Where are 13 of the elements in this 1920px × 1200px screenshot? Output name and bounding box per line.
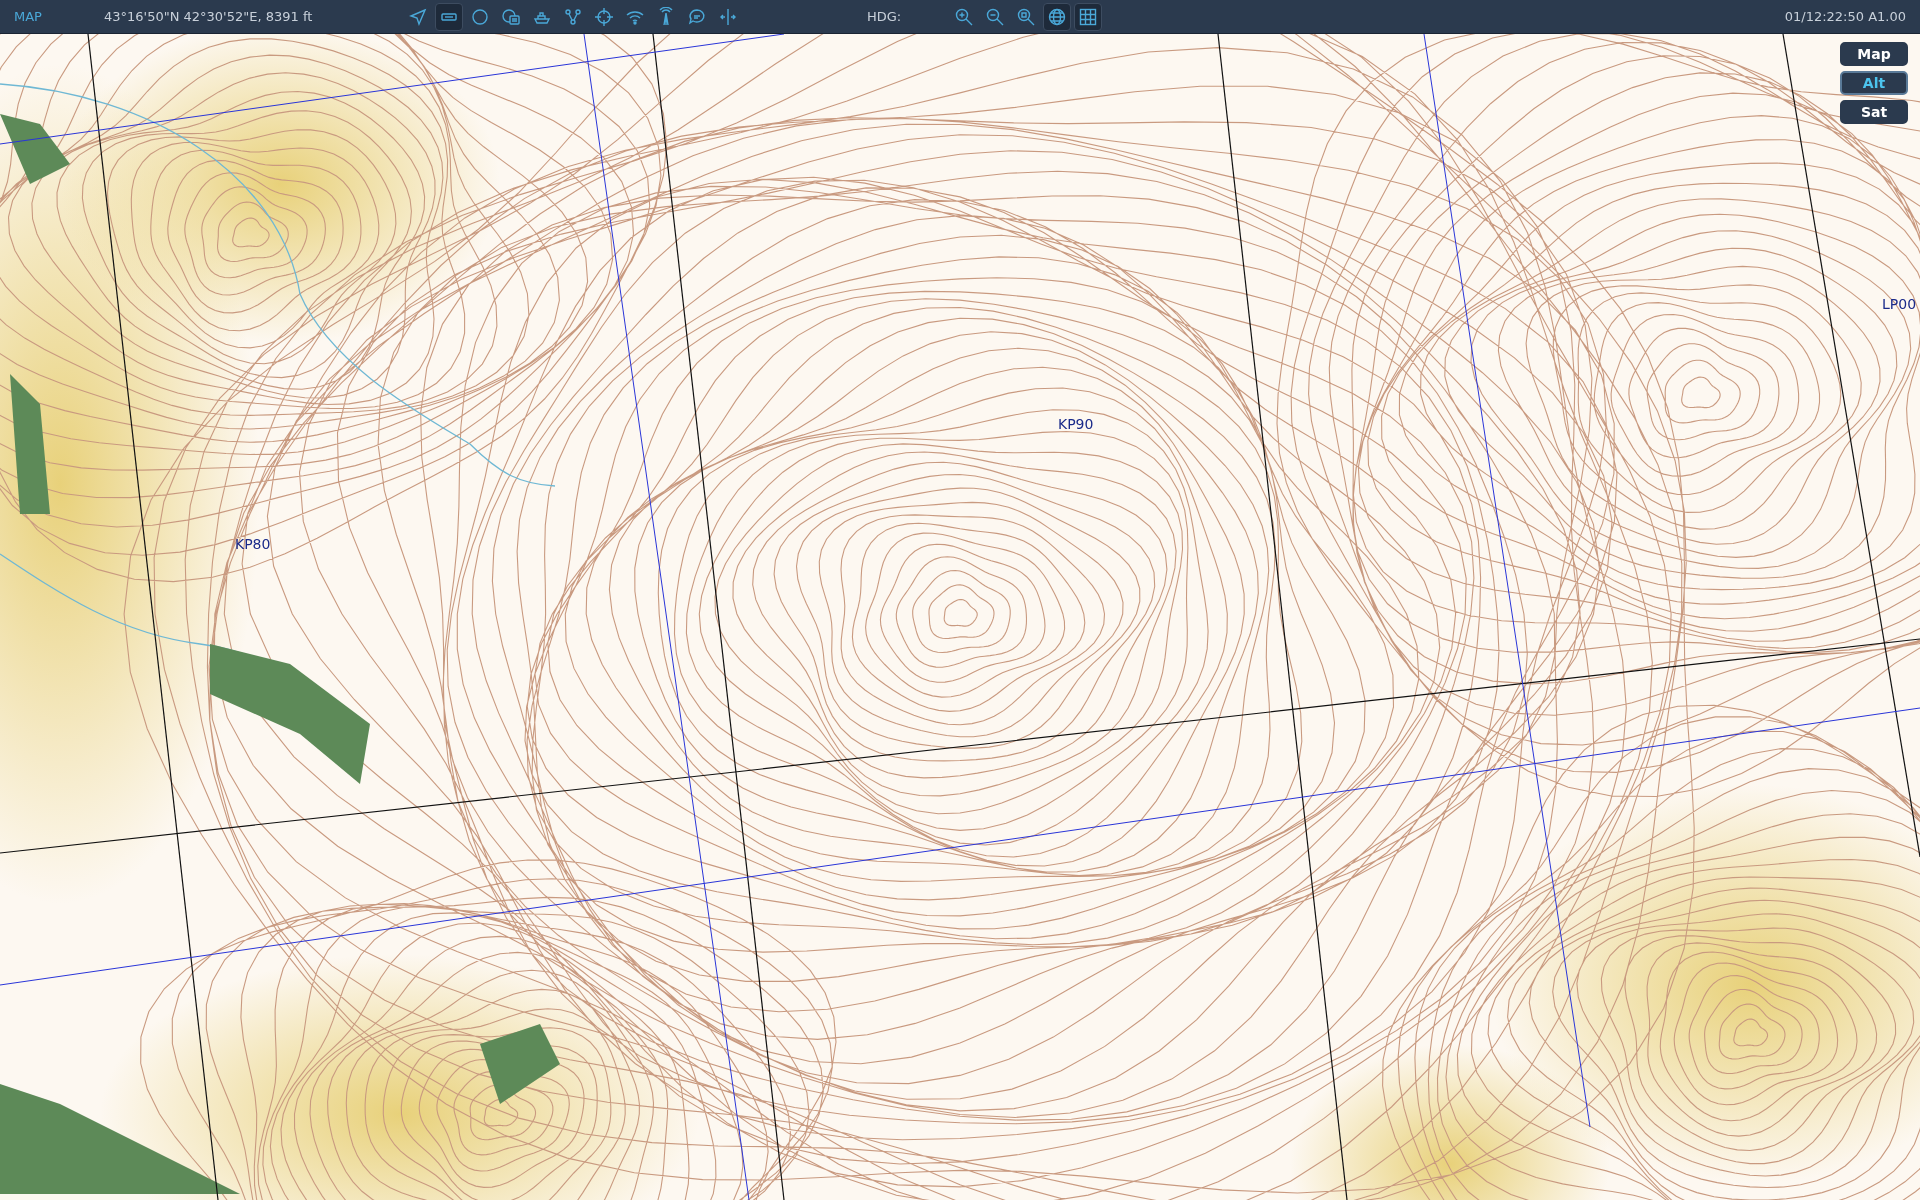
mode-label: MAP [13, 9, 43, 24]
map-layer-button[interactable]: Alt [1840, 71, 1908, 95]
grid-square-label: KP80 [235, 536, 271, 552]
grid-square-label: LP00 [1882, 296, 1917, 312]
clock-readout: 01/12:22:50 A1.00 [1784, 9, 1907, 24]
grid-icon[interactable] [1074, 2, 1102, 31]
map-layer-button[interactable]: Map [1840, 42, 1908, 66]
heading-label: HDG: [867, 9, 903, 24]
position-readout: 43°16'50"N 42°30'52"E, 8391 ft [104, 9, 314, 24]
globe-icon[interactable] [1043, 2, 1071, 31]
rectangle-icon[interactable] [435, 2, 463, 31]
grid-square-label: KP90 [1058, 416, 1094, 432]
map-layer-button[interactable]: Sat [1840, 100, 1908, 124]
